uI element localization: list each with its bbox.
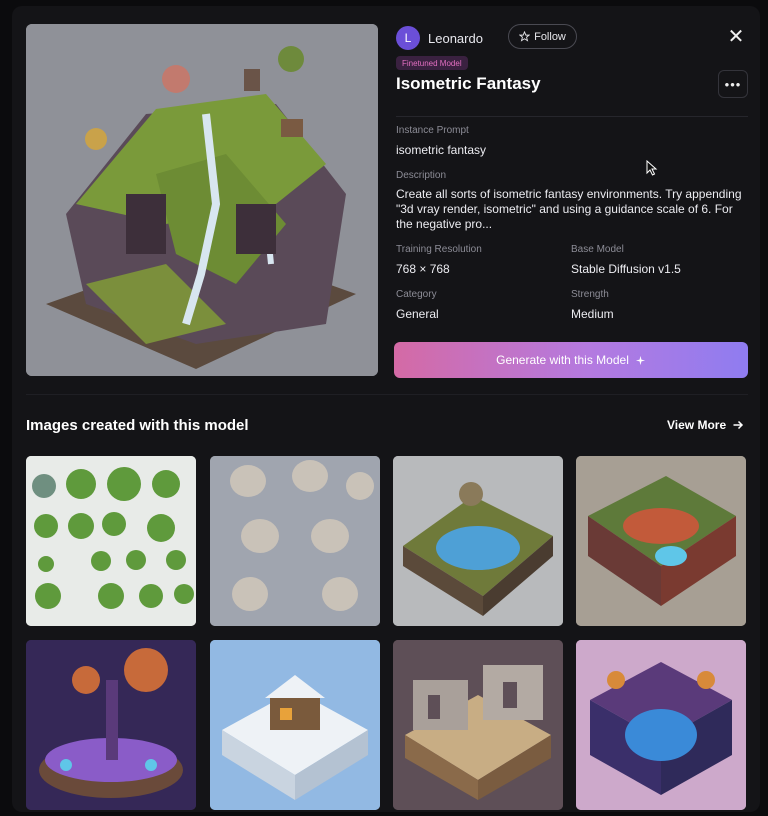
generate-label: Generate with this Model [496,353,629,367]
gallery-thumb-crystal-island[interactable] [576,640,746,810]
cursor-icon [646,160,658,176]
description-label: Description [396,170,447,181]
strength-value: Medium [571,307,614,321]
star-icon [519,31,531,42]
author-info[interactable]: L Leonardo [396,26,483,50]
model-detail-modal: L Leonardo Follow ✕ Finetuned Model Isom… [12,6,760,812]
base-model-label: Base Model [571,244,624,255]
arrow-right-icon [733,420,744,430]
category-value: General [396,307,439,321]
training-resolution-label: Training Resolution [396,244,482,255]
avatar[interactable]: L [396,26,420,50]
generate-with-model-button[interactable]: Generate with this Model [394,342,748,378]
model-title: Isometric Fantasy [396,74,541,93]
view-more-link[interactable]: View More [667,418,744,432]
category-label: Category [396,289,437,300]
more-icon[interactable]: ••• [718,70,748,98]
gallery-thumb-magic-tree[interactable] [26,640,196,810]
instance-prompt-label: Instance Prompt [396,125,469,136]
gallery-title: Images created with this model [26,417,249,434]
model-cover-image [26,24,378,376]
gallery-thumb-lava-cave[interactable] [576,456,746,626]
view-more-label: View More [667,418,727,432]
divider [396,116,748,117]
author-name[interactable]: Leonardo [428,31,483,46]
section-divider [26,394,748,395]
gallery-thumb-ruins[interactable] [393,640,563,810]
description-value: Create all sorts of isometric fantasy en… [396,187,742,231]
gallery-thumb-pond-island[interactable] [393,456,563,626]
instance-prompt-value: isometric fantasy [396,143,487,157]
training-resolution-value: 768 × 768 [396,262,450,276]
strength-label: Strength [571,289,609,300]
gallery-thumb-trees[interactable] [26,456,196,626]
close-icon[interactable]: ✕ [724,24,748,48]
follow-label: Follow [534,30,566,43]
base-model-value: Stable Diffusion v1.5 [571,262,681,276]
gallery-thumb-snow-house[interactable] [210,640,380,810]
finetuned-badge: Finetuned Model [396,56,468,70]
gallery-thumb-kittens[interactable] [210,456,380,626]
sparkle-icon [635,355,645,365]
follow-button[interactable]: Follow [508,24,577,49]
